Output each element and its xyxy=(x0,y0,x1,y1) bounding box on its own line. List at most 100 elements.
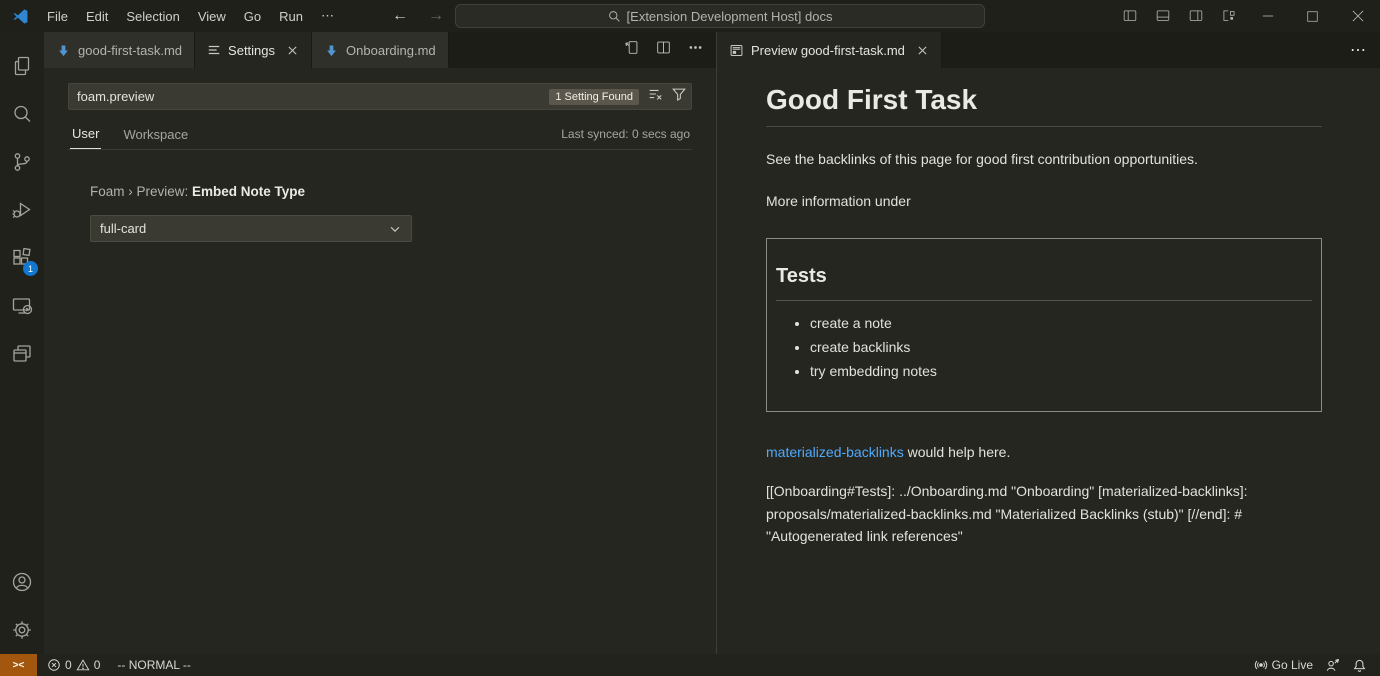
activity-bar: 1 xyxy=(0,32,44,654)
vscode-window: File Edit Selection View Go Run ⋯ ← → [E… xyxy=(0,0,1380,676)
settings-editor: 1 Setting Found User Workspace Last sync… xyxy=(44,68,716,242)
tab-label: good-first-task.md xyxy=(78,43,182,58)
settings-gear-icon[interactable] xyxy=(0,606,44,654)
window-controls xyxy=(1113,0,1380,32)
settings-scope-tabs: User Workspace Last synced: 0 secs ago xyxy=(68,120,692,150)
maximize-button[interactable] xyxy=(1290,0,1335,32)
results-count-badge: 1 Setting Found xyxy=(549,89,639,105)
vim-mode-indicator: -- NORMAL -- xyxy=(117,658,191,672)
open-preview-icon xyxy=(729,43,744,58)
extensions-badge: 1 xyxy=(23,261,38,276)
tab-label: Preview good-first-task.md xyxy=(751,43,905,58)
history-navigation: ← → xyxy=(392,0,444,32)
clear-search-icon[interactable] xyxy=(647,86,663,107)
embed-title: Tests xyxy=(776,265,1312,301)
tab-label: Onboarding.md xyxy=(346,43,436,58)
accounts-icon[interactable] xyxy=(0,558,44,606)
filter-icon[interactable] xyxy=(671,86,687,107)
embedded-note-card: Tests create a note create backlinks try… xyxy=(766,238,1322,412)
notifications-bell-icon[interactable] xyxy=(1347,658,1372,673)
menu-edit[interactable]: Edit xyxy=(77,0,117,32)
extensions-icon[interactable]: 1 xyxy=(0,234,44,282)
dropdown-selected-value: full-card xyxy=(100,221,146,236)
last-synced-label: Last synced: 0 secs ago xyxy=(561,127,690,149)
link-paragraph: materialized-backlinks would help here. xyxy=(766,442,1322,462)
link-references-text: [[Onboarding#Tests]: ../Onboarding.md "O… xyxy=(766,480,1322,548)
error-count: 0 xyxy=(65,658,72,672)
link-tail-text: would help here. xyxy=(904,444,1011,460)
preview-heading: Good First Task xyxy=(766,84,1322,127)
status-bar: >< 0 0 -- NORMAL -- Go Live xyxy=(0,654,1380,676)
close-window-button[interactable] xyxy=(1335,0,1380,32)
tab-label: Settings xyxy=(228,43,275,58)
warning-count: 0 xyxy=(94,658,101,672)
list-item: create backlinks xyxy=(810,339,1312,355)
tab-bar-left: good-first-task.md Settings Onboarding.m… xyxy=(44,32,716,68)
windows-panels-icon[interactable] xyxy=(0,330,44,378)
title-bar: File Edit Selection View Go Run ⋯ ← → [E… xyxy=(0,0,1380,32)
split-editor-icon[interactable] xyxy=(655,39,672,61)
warning-icon xyxy=(76,658,90,672)
editor-actions xyxy=(623,32,716,68)
error-icon xyxy=(47,658,61,672)
remote-explorer-icon[interactable] xyxy=(0,282,44,330)
more-actions-icon[interactable]: ⋯ xyxy=(1350,32,1380,68)
search-icon[interactable] xyxy=(0,90,44,138)
menu-selection[interactable]: Selection xyxy=(117,0,188,32)
preview-paragraph: More information under xyxy=(766,191,1322,211)
preview-paragraph: See the backlinks of this page for good … xyxy=(766,149,1322,169)
list-item: create a note xyxy=(810,315,1312,331)
editor-group-left: good-first-task.md Settings Onboarding.m… xyxy=(44,32,716,654)
menu-bar: File Edit Selection View Go Run ⋯ xyxy=(38,0,343,32)
tab-bar-right: Preview good-first-task.md ⋯ xyxy=(717,32,1380,68)
more-actions-icon[interactable] xyxy=(687,39,704,61)
explorer-icon[interactable] xyxy=(0,42,44,90)
tab-preview-good-first-task[interactable]: Preview good-first-task.md xyxy=(717,32,942,68)
command-center-search[interactable]: [Extension Development Host] docs xyxy=(455,4,985,28)
settings-editor-icon xyxy=(207,43,221,57)
materialized-backlinks-link[interactable]: materialized-backlinks xyxy=(766,444,904,460)
customize-layout-icon[interactable] xyxy=(1212,0,1245,32)
source-control-icon[interactable] xyxy=(0,138,44,186)
setting-value-dropdown[interactable]: full-card xyxy=(90,215,412,242)
markdown-file-icon xyxy=(324,43,339,58)
vscode-logo-icon xyxy=(10,6,30,26)
command-center-label: [Extension Development Host] docs xyxy=(627,9,833,24)
toggle-primary-sidebar-icon[interactable] xyxy=(1113,0,1146,32)
markdown-file-icon xyxy=(56,43,71,58)
editor-group-right: Preview good-first-task.md ⋯ Good First … xyxy=(716,32,1380,654)
minimize-button[interactable] xyxy=(1245,0,1290,32)
feedback-icon[interactable] xyxy=(1320,658,1345,673)
search-icon xyxy=(608,10,621,23)
back-arrow-icon[interactable]: ← xyxy=(392,7,408,25)
tab-onboarding[interactable]: Onboarding.md xyxy=(312,32,449,68)
menu-view[interactable]: View xyxy=(189,0,235,32)
go-live-label: Go Live xyxy=(1272,658,1313,672)
run-debug-icon[interactable] xyxy=(0,186,44,234)
tab-good-first-task[interactable]: good-first-task.md xyxy=(44,32,195,68)
markdown-preview: Good First Task See the backlinks of thi… xyxy=(717,68,1380,548)
setting-title: Foam › Preview: Embed Note Type xyxy=(90,184,692,199)
open-settings-json-icon[interactable] xyxy=(623,39,640,61)
close-tab-icon[interactable] xyxy=(286,44,299,57)
setting-name: Embed Note Type xyxy=(192,184,305,199)
menu-file[interactable]: File xyxy=(38,0,77,32)
problems-indicator[interactable]: 0 0 xyxy=(42,654,105,676)
menu-run[interactable]: Run xyxy=(270,0,312,32)
remote-indicator[interactable]: >< xyxy=(0,654,37,676)
menu-go[interactable]: Go xyxy=(235,0,270,32)
menu-more-icon[interactable]: ⋯ xyxy=(312,0,343,32)
setting-item: Foam › Preview: Embed Note Type full-car… xyxy=(90,184,692,242)
embed-list: create a note create backlinks try embed… xyxy=(776,315,1312,379)
settings-search-row: 1 Setting Found xyxy=(68,83,692,110)
forward-arrow-icon[interactable]: → xyxy=(428,7,444,25)
scope-tab-workspace[interactable]: Workspace xyxy=(121,121,190,149)
broadcast-icon xyxy=(1254,658,1268,672)
toggle-secondary-sidebar-icon[interactable] xyxy=(1179,0,1212,32)
list-item: try embedding notes xyxy=(810,363,1312,379)
go-live-button[interactable]: Go Live xyxy=(1249,658,1318,672)
scope-tab-user[interactable]: User xyxy=(70,120,101,149)
toggle-panel-icon[interactable] xyxy=(1146,0,1179,32)
tab-settings[interactable]: Settings xyxy=(195,32,312,68)
close-tab-icon[interactable] xyxy=(916,44,929,57)
